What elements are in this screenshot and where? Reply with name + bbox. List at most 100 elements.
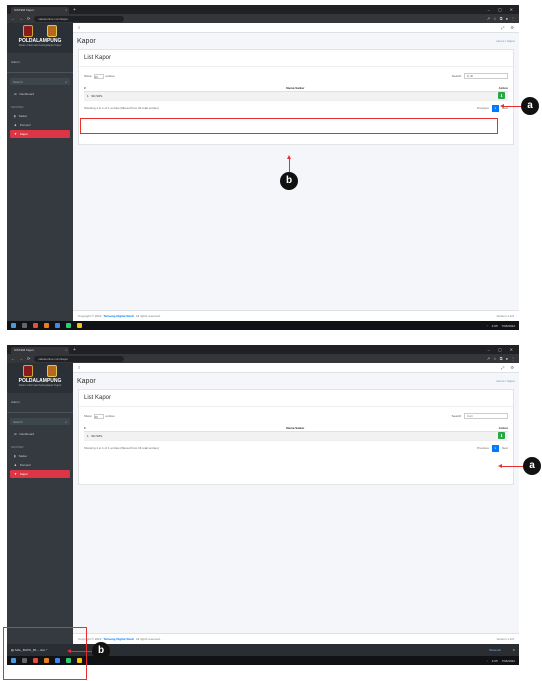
close-window-icon[interactable]: ✕ [510,347,513,352]
table-controls: Show 10 entries Search: lll,dfl [79,67,513,81]
shirt-icon: ▼ [14,472,17,476]
rights-text: All rights reserved. [135,637,161,641]
extension-icon[interactable]: ⧉ [500,16,503,21]
profile-icon[interactable]: ● [506,16,508,21]
user-panel[interactable]: Admin [7,393,73,413]
top-navbar: ≡ ⤢ ⚙ [73,23,519,33]
sidebar-item-dashboard[interactable]: ⊞ Dashboard [10,430,70,438]
star-icon[interactable]: ☆ [493,356,497,361]
search-input[interactable]: Cari [464,413,508,419]
user-panel[interactable]: Admin [7,53,73,73]
windows-start-icon[interactable] [11,323,16,328]
maximize-icon[interactable]: ▢ [498,7,502,12]
close-download-bar-icon[interactable]: ✕ [512,648,515,652]
card-title: List Kapor [79,50,513,67]
sidebar-item-dashboard[interactable]: ⊞ Dashboard [10,90,70,98]
sidebar-item-personil[interactable]: ♟ Personil [10,121,70,129]
back-icon[interactable]: ← [11,16,15,21]
sidebar-item-kapor[interactable]: ▼ Kapor [10,470,70,478]
page-footer: Copyright © 2022 Tanvang Digital Studi A… [73,633,519,644]
menu-icon[interactable]: ⋮ [511,356,515,361]
browser-tab[interactable]: SISTEM Kapor × [11,347,69,354]
search-icon[interactable]: ⌕ [65,420,67,424]
settings-icon[interactable]: ⚙ [510,25,514,30]
annotation-badge-a: a [521,97,539,115]
entries-select[interactable]: 10 [93,73,104,79]
fullscreen-icon[interactable]: ⤢ [501,25,504,30]
forward-icon[interactable]: → [19,16,23,21]
hamburger-icon[interactable]: ≡ [78,25,80,30]
search-icon[interactable]: ⌕ [65,80,67,84]
profile-icon[interactable]: ● [506,356,508,361]
url-field[interactable]: siakaonline.com/kapor [34,355,125,362]
share-icon[interactable]: ↗ [487,16,490,21]
app-taskbar-icon[interactable] [66,323,71,328]
page-1-button[interactable]: 1 [491,444,499,452]
annotation-arrow-b [67,649,92,653]
next-button[interactable]: Next [502,446,508,450]
sidebar-item-personil[interactable]: ♟ Personil [10,461,70,469]
sidebar-search[interactable]: Search ⌕ [10,418,70,425]
cell-empty [102,431,488,441]
sidebar-section-header: MASTER [11,445,24,449]
close-window-icon[interactable]: ✕ [510,7,513,12]
chrome-icon[interactable] [55,323,60,328]
breadcrumb[interactable]: Home / Kapor [496,39,515,43]
brave-icon[interactable] [44,323,49,328]
page-1-button[interactable]: 1 [491,104,499,112]
tray-date[interactable]: 7/06/2022 [502,324,515,328]
star-icon[interactable]: ☆ [493,16,497,21]
reload-icon[interactable]: ⟳ [27,16,30,21]
tray-time[interactable]: 4:05 [492,659,498,663]
wifi-icon[interactable]: ◔ [486,324,488,328]
building-icon: ▮ [14,114,16,118]
menu-icon[interactable]: ⋮ [511,16,515,21]
forward-icon[interactable]: → [19,356,23,361]
back-icon[interactable]: ← [11,356,15,361]
cell-empty [102,91,488,101]
show-all-downloads[interactable]: Show all [489,648,512,652]
cell-name: SD.SIPL [91,93,103,98]
url-field[interactable]: siakaonline.com/kapor [34,15,125,22]
download-button[interactable]: ⬇ [498,92,505,99]
sidebar-item-satker[interactable]: ▮ Satker [10,452,70,460]
share-icon[interactable]: ↗ [487,356,490,361]
sidebar-item-satker[interactable]: ▮ Satker [10,112,70,120]
breadcrumb[interactable]: Home / Kapor [496,379,515,383]
folder-icon[interactable] [77,323,82,328]
minimize-icon[interactable]: – [488,347,490,352]
window-controls: – ▢ ✕ [488,347,519,352]
search-taskbar-icon[interactable] [22,323,27,328]
annotation-arrow-a [500,104,521,108]
fullscreen-icon[interactable]: ⤢ [501,365,504,370]
hamburger-icon[interactable]: ≡ [78,365,80,370]
close-tab-icon[interactable]: × [65,7,67,14]
footer-brand-link[interactable]: Tanvang Digital Studi [103,637,133,641]
extension-icon[interactable]: ⧉ [500,356,503,361]
sidebar-search[interactable]: Search ⌕ [10,78,70,85]
content-header: Kapor Home / Kapor [73,373,519,389]
settings-icon[interactable]: ⚙ [510,365,514,370]
footer-brand-link[interactable]: Tanvang Digital Studi [103,314,133,318]
maximize-icon[interactable]: ▢ [498,347,502,352]
search-input[interactable]: lll,dfl [464,73,508,79]
tray-date[interactable]: 7/06/2022 [502,659,515,663]
sidebar: POLDALAMPUNG Sistem Informasi Kelengkapa… [7,23,73,321]
new-tab-icon[interactable]: + [73,7,76,13]
sidebar-section-header: MASTER [11,105,24,109]
annotation-badge-b: b [280,172,298,190]
minimize-icon[interactable]: – [488,7,490,12]
opera-icon[interactable] [33,323,38,328]
tray-time[interactable]: 4:05 [492,324,498,328]
entries-select[interactable]: 10 [93,413,104,419]
reload-icon[interactable]: ⟳ [27,356,30,361]
previous-button[interactable]: Previous [477,106,489,110]
download-button[interactable]: ⬇ [498,432,505,439]
sidebar-item-kapor[interactable]: ▼ Kapor [10,130,70,138]
app: POLDALAMPUNG Sistem Informasi Kelengkapa… [7,23,519,321]
previous-button[interactable]: Previous [477,446,489,450]
close-tab-icon[interactable]: × [65,347,67,354]
browser-tab[interactable]: SISTEM Kapor × [11,7,69,14]
wifi-icon[interactable]: ◔ [486,659,488,663]
new-tab-icon[interactable]: + [73,347,76,353]
